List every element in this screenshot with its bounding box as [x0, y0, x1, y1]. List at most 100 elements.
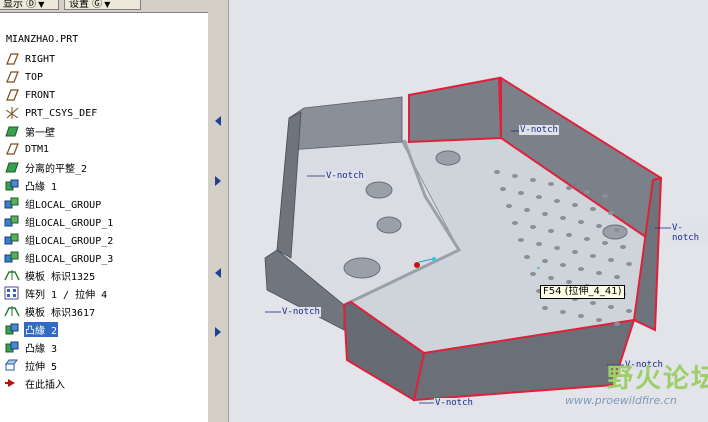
hole-icon [512, 221, 518, 225]
hole-icon [584, 237, 590, 241]
vnotch-label: V-notch [281, 307, 321, 317]
tree-item-label: 凸緣 1 [25, 181, 58, 193]
form-icon [4, 268, 20, 282]
selection-point-icon [414, 262, 420, 268]
hole-icon [596, 224, 602, 228]
hole-icon [524, 208, 530, 212]
tree-item[interactable]: FRONT [4, 86, 204, 104]
group-icon [4, 232, 20, 246]
tree-item-label: RIGHT [25, 53, 56, 65]
tree-item[interactable]: 拉伸 5 [4, 356, 204, 374]
tree-item[interactable]: PRT_CSYS_DEF [4, 104, 204, 122]
datum-plane-icon [4, 70, 20, 84]
tree-toolbar: 显示 Ⓓ ▼ 设置 Ⓖ ▼ [0, 0, 208, 13]
tree-item-label: 阵列 1 / 拉伸 4 [25, 289, 108, 301]
dropdown-arrow-icon: ▼ [104, 0, 111, 9]
back-left-flange[interactable] [288, 96, 403, 151]
tree-item[interactable]: 凸緣 3 [4, 338, 204, 356]
tree-item-label: 组LOCAL_GROUP_1 [25, 217, 114, 229]
group-icon [4, 250, 20, 264]
group-icon [4, 214, 20, 228]
hole-icon [524, 255, 530, 259]
hole-icon [536, 195, 542, 199]
tree-item[interactable]: 第一壁 [4, 122, 204, 140]
pointer-end-icon [432, 257, 436, 261]
vnotch-label: V-notch [671, 223, 708, 243]
tree-item-label: 凸緣 2 [24, 321, 59, 337]
hole-icon [566, 186, 572, 190]
back-flange[interactable] [408, 76, 503, 144]
hole-icon [518, 191, 524, 195]
hole-icon [614, 228, 620, 232]
vnotch-label: V-notch [325, 171, 365, 181]
hole-icon [560, 216, 566, 220]
tree-item[interactable]: TOP [4, 68, 204, 86]
dimple-form[interactable] [435, 150, 461, 166]
hole-icon [590, 207, 596, 211]
expand-arrow-icon[interactable] [215, 176, 221, 186]
dimple-form[interactable] [602, 224, 628, 240]
hole-icon [572, 250, 578, 254]
coordinate-system-icon [4, 106, 20, 120]
tree-item[interactable]: 模板 标识1325 [4, 266, 204, 284]
tree-item[interactable]: RIGHT [4, 50, 204, 68]
tree-item[interactable]: 凸緣 1 [4, 176, 204, 194]
show-menu-button[interactable]: 显示 Ⓓ ▼ [0, 0, 59, 10]
hole-icon [626, 309, 632, 313]
vnotch-label: V-notch [434, 398, 474, 408]
tree-item[interactable]: 组LOCAL_GROUP_1 [4, 212, 204, 230]
settings-menu-button[interactable]: 设置 Ⓖ ▼ [64, 0, 141, 10]
hole-icon [590, 254, 596, 258]
tree-item-label: DTM1 [25, 143, 50, 155]
tree-item-label: 模板 标识1325 [25, 271, 96, 283]
hole-icon [548, 229, 554, 233]
tree-item[interactable]: 组LOCAL_GROUP_3 [4, 248, 204, 266]
hole-icon [494, 170, 500, 174]
tree-item[interactable]: DTM1 [4, 140, 204, 158]
hole-icon [596, 271, 602, 275]
feature-tooltip: F54 (拉伸_4_41) [540, 285, 625, 299]
tree-item[interactable]: 模板 标识3617 [4, 302, 204, 320]
tree-item-label: 拉伸 5 [25, 361, 58, 373]
tree-item[interactable]: 在此插入 [4, 374, 204, 392]
hole-icon [578, 267, 584, 271]
tree-item-label: 在此插入 [25, 379, 65, 391]
tree-root-part[interactable]: MIANZHAO.PRT [6, 34, 78, 45]
dimple-form[interactable] [376, 216, 402, 234]
tree-item[interactable]: 组LOCAL_GROUP [4, 194, 204, 212]
panel-splitter[interactable] [208, 0, 229, 422]
vnotch-label: V-notch [519, 125, 559, 135]
expand-arrow-icon[interactable] [215, 327, 221, 337]
collapse-arrow-icon[interactable] [215, 116, 221, 126]
settings-menu-label: 设置 Ⓖ [69, 0, 103, 10]
hole-icon [542, 259, 548, 263]
graphics-viewport[interactable]: V-notch V-notch V-notch V-notch V-notch … [229, 0, 708, 422]
hole-icon [578, 220, 584, 224]
sheetmetal-wall-icon [4, 124, 20, 138]
hole-icon [608, 211, 614, 215]
hole-icon [554, 246, 560, 250]
tree-item[interactable]: 凸緣 2 [4, 320, 204, 338]
dimple-form[interactable] [343, 257, 381, 279]
hole-icon [530, 225, 536, 229]
watermark-title: 野火论坛 [607, 364, 708, 394]
tree-item[interactable]: 分离的平整_2 [4, 158, 204, 176]
tree-item[interactable]: 阵列 1 / 拉伸 4 [4, 284, 204, 302]
dimple-form[interactable] [365, 181, 393, 199]
hole-icon [512, 174, 518, 178]
collapse-arrow-icon[interactable] [215, 268, 221, 278]
hole-icon [542, 306, 548, 310]
forum-watermark: 野火论坛 www.proewildfire.cn [565, 356, 708, 418]
hole-icon [530, 178, 536, 182]
form-icon [4, 304, 20, 318]
hole-icon [602, 241, 608, 245]
hole-icon [500, 187, 506, 191]
hole-icon [566, 280, 572, 284]
tree-item[interactable]: 组LOCAL_GROUP_2 [4, 230, 204, 248]
datum-plane-icon [4, 142, 20, 156]
hole-icon [560, 263, 566, 267]
hole-icon [578, 314, 584, 318]
flange-icon [4, 340, 20, 354]
hole-icon [614, 275, 620, 279]
hole-icon [596, 318, 602, 322]
